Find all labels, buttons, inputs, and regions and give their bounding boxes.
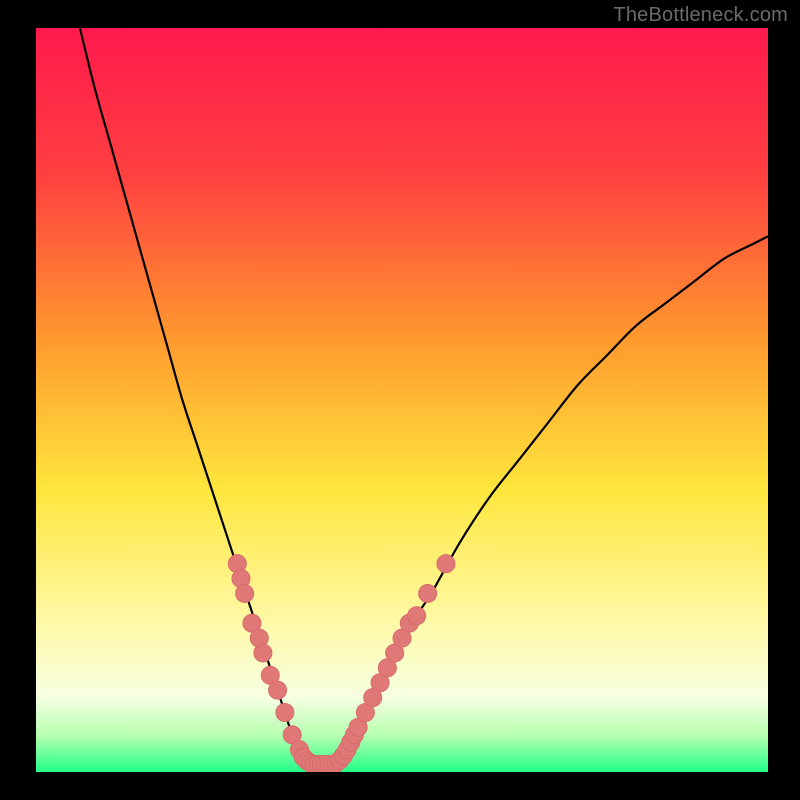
marker-dot (437, 555, 455, 573)
outer-frame: TheBottleneck.com (0, 0, 800, 800)
watermark-text: TheBottleneck.com (613, 4, 788, 27)
plot-area (36, 28, 768, 772)
marker-dot (269, 681, 287, 699)
marker-dot (276, 703, 294, 721)
chart-svg (36, 28, 768, 772)
marker-dot (254, 644, 272, 662)
marker-dot (419, 584, 437, 602)
marker-dot (236, 584, 254, 602)
gradient-background (36, 28, 768, 772)
marker-dot (408, 607, 426, 625)
